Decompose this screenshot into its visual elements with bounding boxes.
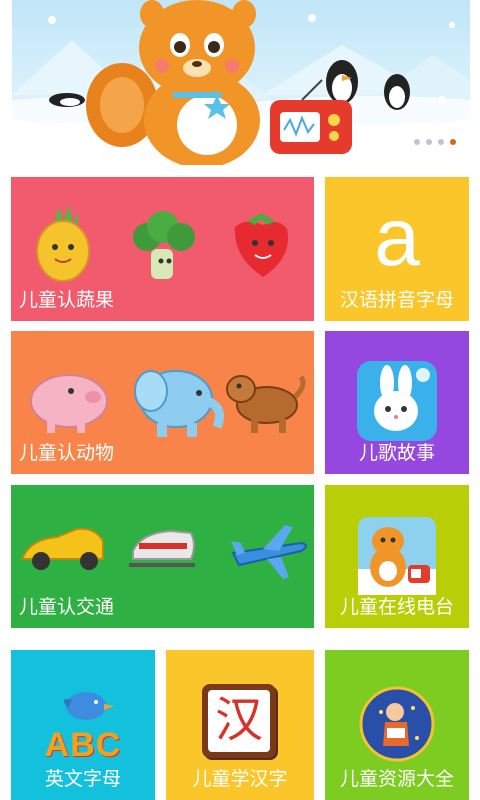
abc-letters-icon: ABC bbox=[44, 726, 122, 764]
carousel-dot-active[interactable] bbox=[450, 139, 456, 145]
tile-label: 英文字母 bbox=[44, 768, 121, 790]
tile-label: 儿童资源大全 bbox=[339, 768, 454, 790]
banner-carousel[interactable] bbox=[12, 0, 470, 165]
app-screen: 儿童认蔬果 a 汉语拼音字母 儿童认动物 儿歌故事 儿童认交通 儿童在线电台 A… bbox=[0, 0, 480, 800]
letter-a-icon: a bbox=[374, 192, 420, 283]
tile-pinyin-alphabet[interactable]: a 汉语拼音字母 bbox=[325, 177, 469, 321]
transport-art bbox=[22, 525, 307, 579]
tile-label: 儿童认动物 bbox=[19, 442, 115, 464]
radio-app-icon bbox=[358, 517, 436, 595]
animals-art bbox=[30, 370, 306, 437]
han-character: 汉 bbox=[214, 692, 263, 748]
tile-label: 儿童在线电台 bbox=[339, 596, 454, 618]
tile-label: 汉语拼音字母 bbox=[339, 289, 454, 311]
tile-label: 儿童认交通 bbox=[19, 596, 115, 618]
tile-label: 儿歌故事 bbox=[358, 442, 435, 464]
carousel-dot[interactable] bbox=[426, 139, 432, 145]
tile-label: 儿童学汉字 bbox=[192, 768, 288, 790]
tile-english-letters[interactable]: ABC 英文字母 bbox=[11, 650, 155, 800]
carousel-dot[interactable] bbox=[438, 139, 444, 145]
tile-transport[interactable]: 儿童认交通 bbox=[11, 485, 314, 628]
rabbit-app-icon bbox=[357, 361, 437, 441]
tile-resources[interactable]: 儿童资源大全 bbox=[325, 650, 469, 800]
carousel-dot[interactable] bbox=[414, 139, 420, 145]
tile-chinese-characters[interactable]: 汉 儿童学汉字 bbox=[166, 650, 314, 800]
tile-label: 儿童认蔬果 bbox=[19, 289, 115, 311]
tile-online-radio[interactable]: 儿童在线电台 bbox=[325, 485, 469, 628]
tile-animals[interactable]: 儿童认动物 bbox=[11, 331, 314, 474]
tile-fruits-vegetables[interactable]: 儿童认蔬果 bbox=[11, 177, 314, 321]
banner-illustration bbox=[12, 0, 470, 165]
carousel-indicator bbox=[414, 139, 456, 145]
globe-reader-icon bbox=[359, 686, 435, 762]
fruits-vegetables-art bbox=[36, 205, 288, 282]
character-card-icon: 汉 bbox=[202, 684, 276, 758]
tile-songs-stories[interactable]: 儿歌故事 bbox=[325, 331, 469, 474]
